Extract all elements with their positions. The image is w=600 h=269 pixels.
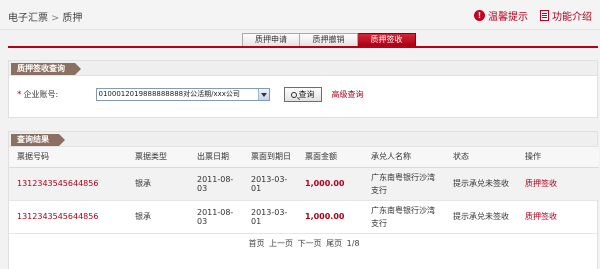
tab-pledge-sign[interactable]: 质押签收 [358,33,416,47]
col-amount: 票面金额 [297,147,363,168]
col-acceptor: 承兑人名称 [363,147,445,168]
query-panel: 质押签收查询 * 企业账号: 0100012019888888888对公活期/x… [8,60,598,118]
table-header-row: 票据号码 票据类型 出票日期 票面到期日 票面金额 承兑人名称 状态 操作 [9,147,599,168]
tab-bar: 质押申请 质押撤销 质押签收 [242,33,416,47]
results-panel-header: 查询结果 [9,132,597,147]
query-panel-header: 质押签收查询 [9,61,597,76]
page-prev[interactable]: 上一页 [269,239,293,248]
query-button[interactable]: 查询 [283,87,322,102]
results-panel: 查询结果 票据号码 票据类型 出票日期 票面到期日 票面金额 承兑人名称 状态 … [8,131,599,269]
issue-date: 2011-08-03 [189,200,243,234]
account-row: * 企业账号: 0100012019888888888对公活期/xxx公司 查询… [17,87,364,102]
col-action: 操作 [517,147,599,168]
bill-type: 银承 [127,200,189,234]
info-icon: ! [474,10,485,21]
query-panel-title: 质押签收查询 [11,63,81,75]
advanced-query-link[interactable]: 高级查询 [332,89,364,100]
breadcrumb-current: 质押 [62,13,83,24]
search-icon [290,91,297,98]
acceptor-name: 广东南粤银行沙湾 支行 [363,200,445,234]
tips-link[interactable]: ! 温馨提示 [474,8,528,23]
bill-no-link[interactable]: 1312343545644856 [9,167,127,201]
pagination: 首页 上一页 下一页 尾页 1/8 [9,238,599,249]
page-first[interactable]: 首页 [248,239,264,248]
page-next[interactable]: 下一页 [298,239,322,248]
due-date: 2013-03-01 [243,167,297,201]
tab-underline [8,46,598,48]
col-bill-type: 票据类型 [127,147,189,168]
chevron-down-icon[interactable] [257,89,269,100]
document-icon [540,10,549,21]
top-actions: ! 温馨提示 功能介绍 [474,8,592,23]
acceptor-name: 广东南粤银行沙湾 支行 [363,167,445,201]
amount: 1,000.00 [297,167,363,201]
query-button-label: 查询 [298,90,315,99]
col-status: 状态 [445,147,517,168]
status: 提示承兑未签收 [445,167,517,201]
tips-label: 温馨提示 [488,12,528,23]
function-intro-link[interactable]: 功能介绍 [540,8,592,23]
due-date: 2013-03-01 [243,200,297,234]
function-intro-label: 功能介绍 [552,12,592,23]
issue-date: 2011-08-03 [189,167,243,201]
top-bar: 电子汇票 > 质押 ! 温馨提示 功能介绍 [0,0,600,30]
bill-no-link[interactable]: 1312343545644856 [9,200,127,234]
acceptor-line2: 支行 [371,218,387,228]
col-bill-no: 票据号码 [9,147,127,168]
breadcrumb-separator: > [51,13,60,24]
breadcrumb-root[interactable]: 电子汇票 [8,13,48,24]
account-label: 企业账号: [23,90,59,99]
page-last[interactable]: 尾页 [326,239,342,248]
tab-pledge-apply[interactable]: 质押申请 [242,33,300,47]
status: 提示承兑未签收 [445,200,517,234]
results-table: 票据号码 票据类型 出票日期 票面到期日 票面金额 承兑人名称 状态 操作 13… [9,147,599,234]
required-mark: * [17,89,22,100]
bill-type: 银承 [127,167,189,201]
acceptor-line1: 广东南粤银行沙湾 [371,205,435,215]
results-panel-title: 查询结果 [11,134,65,146]
col-issue-date: 出票日期 [189,147,243,168]
account-select[interactable]: 0100012019888888888对公活期/xxx公司 [95,88,270,101]
breadcrumb: 电子汇票 > 质押 [8,9,82,24]
amount: 1,000.00 [297,200,363,234]
table-row: 1312343545644856 银承 2011-08-03 2013-03-0… [9,167,599,201]
tab-pledge-cancel[interactable]: 质押撤销 [300,33,358,47]
acceptor-line2: 支行 [371,185,387,195]
acceptor-line1: 广东南粤银行沙湾 [371,172,435,182]
pledge-sign-action[interactable]: 质押签收 [517,167,599,201]
col-due-date: 票面到期日 [243,147,297,168]
page-info: 1/8 [346,239,360,248]
table-row: 1312343545644856 银承 2011-08-03 2013-03-0… [9,200,599,234]
pledge-sign-action[interactable]: 质押签收 [517,200,599,234]
account-select-value: 0100012019888888888对公活期/xxx公司 [98,90,240,98]
